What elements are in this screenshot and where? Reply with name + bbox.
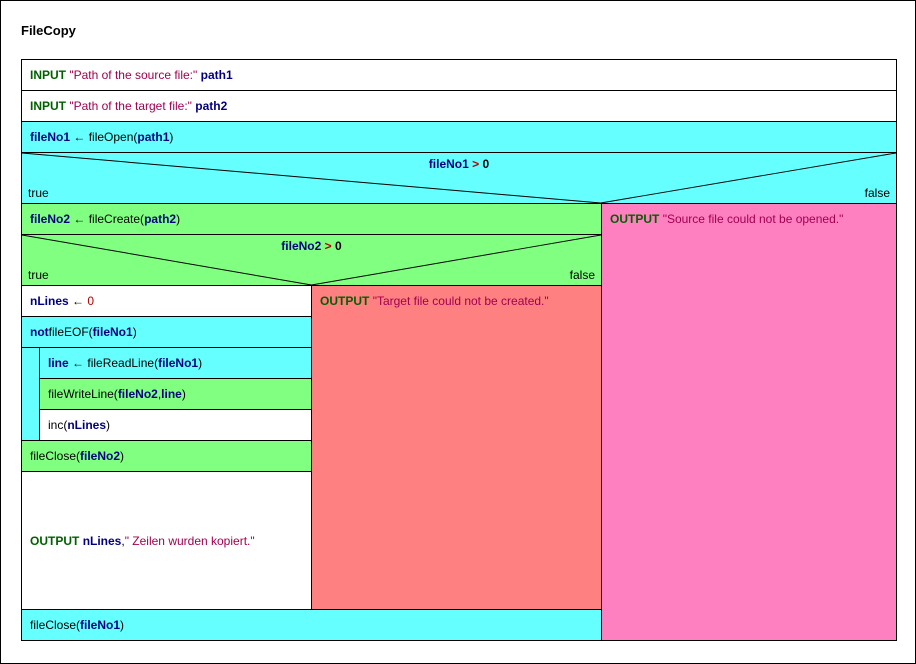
arrow: ← [73,130,85,144]
var-fileno2: fileNo2 [30,212,70,226]
stmt-writeline: fileWriteLine(fileNo2, line) [40,379,311,410]
cond1-lhs: fileNo1 [429,157,469,171]
cond1-false: false [865,186,890,200]
stmt-readline: line ← fileReadLine(fileNo1) [40,348,311,379]
diagram-body: INPUT "Path of the source file:" path1 I… [21,59,897,641]
diagram-frame: FileCopy INPUT "Path of the source file:… [0,0,916,664]
cond1-rhs: 0 [483,157,490,171]
stmt-nlines-init: nLines ← 0 [22,286,311,317]
stmt-create-target: fileNo2 ← fileCreate(path2) [22,204,601,235]
var-fileno1: fileNo1 [30,130,70,144]
branch-fileno2: nLines ← 0 not fileEOF(fileNo1) [22,286,601,609]
cond1-op: > [469,157,483,171]
str-target-prompt: "Path of the target file:" [69,99,192,113]
branch-fileno1-false: OUTPUT "Source file could not be opened.… [602,204,896,640]
stmt-close2: fileClose(fileNo2) [22,441,311,472]
branch-fileno1-true: fileNo2 ← fileCreate(path2) fileNo2 > 0 [22,204,602,640]
diagram-title: FileCopy [21,23,76,38]
arg-path1: path1 [137,130,169,144]
branch-fileno2-true: nLines ← 0 not fileEOF(fileNo1) [22,286,312,609]
branch-fileno1: fileNo2 ← fileCreate(path2) fileNo2 > 0 [22,204,896,640]
decision-fileno1: fileNo1 > 0 true false [22,153,896,204]
var-path1: path1 [201,68,233,82]
str-source-prompt: "Path of the source file:" [69,68,197,82]
stmt-output-nlines: OUTPUT nLines, " Zeilen wurden kopiert." [22,472,311,609]
decision-fileno2: fileNo2 > 0 true false [22,235,601,286]
cond1-true: true [28,186,49,200]
loop-bar [22,348,40,440]
var-path2: path2 [195,99,227,113]
kw-input: INPUT [30,99,66,113]
stmt-input-target: INPUT "Path of the target file:" path2 [22,91,896,122]
stmt-inc: inc(nLines) [40,410,311,440]
branch-fileno2-false: OUTPUT "Target file could not be created… [312,286,601,609]
stmt-close1: fileClose(fileNo1) [22,609,601,640]
fn-fileopen: fileOpen( [89,130,138,144]
stmt-input-source: INPUT "Path of the source file:" path1 [22,60,896,91]
loop-header: not fileEOF(fileNo1) [22,317,311,348]
loop-body: line ← fileReadLine(fileNo1) fileWriteLi… [22,348,311,441]
stmt-open-source: fileNo1 ← fileOpen(path1) [22,122,896,153]
kw-input: INPUT [30,68,66,82]
